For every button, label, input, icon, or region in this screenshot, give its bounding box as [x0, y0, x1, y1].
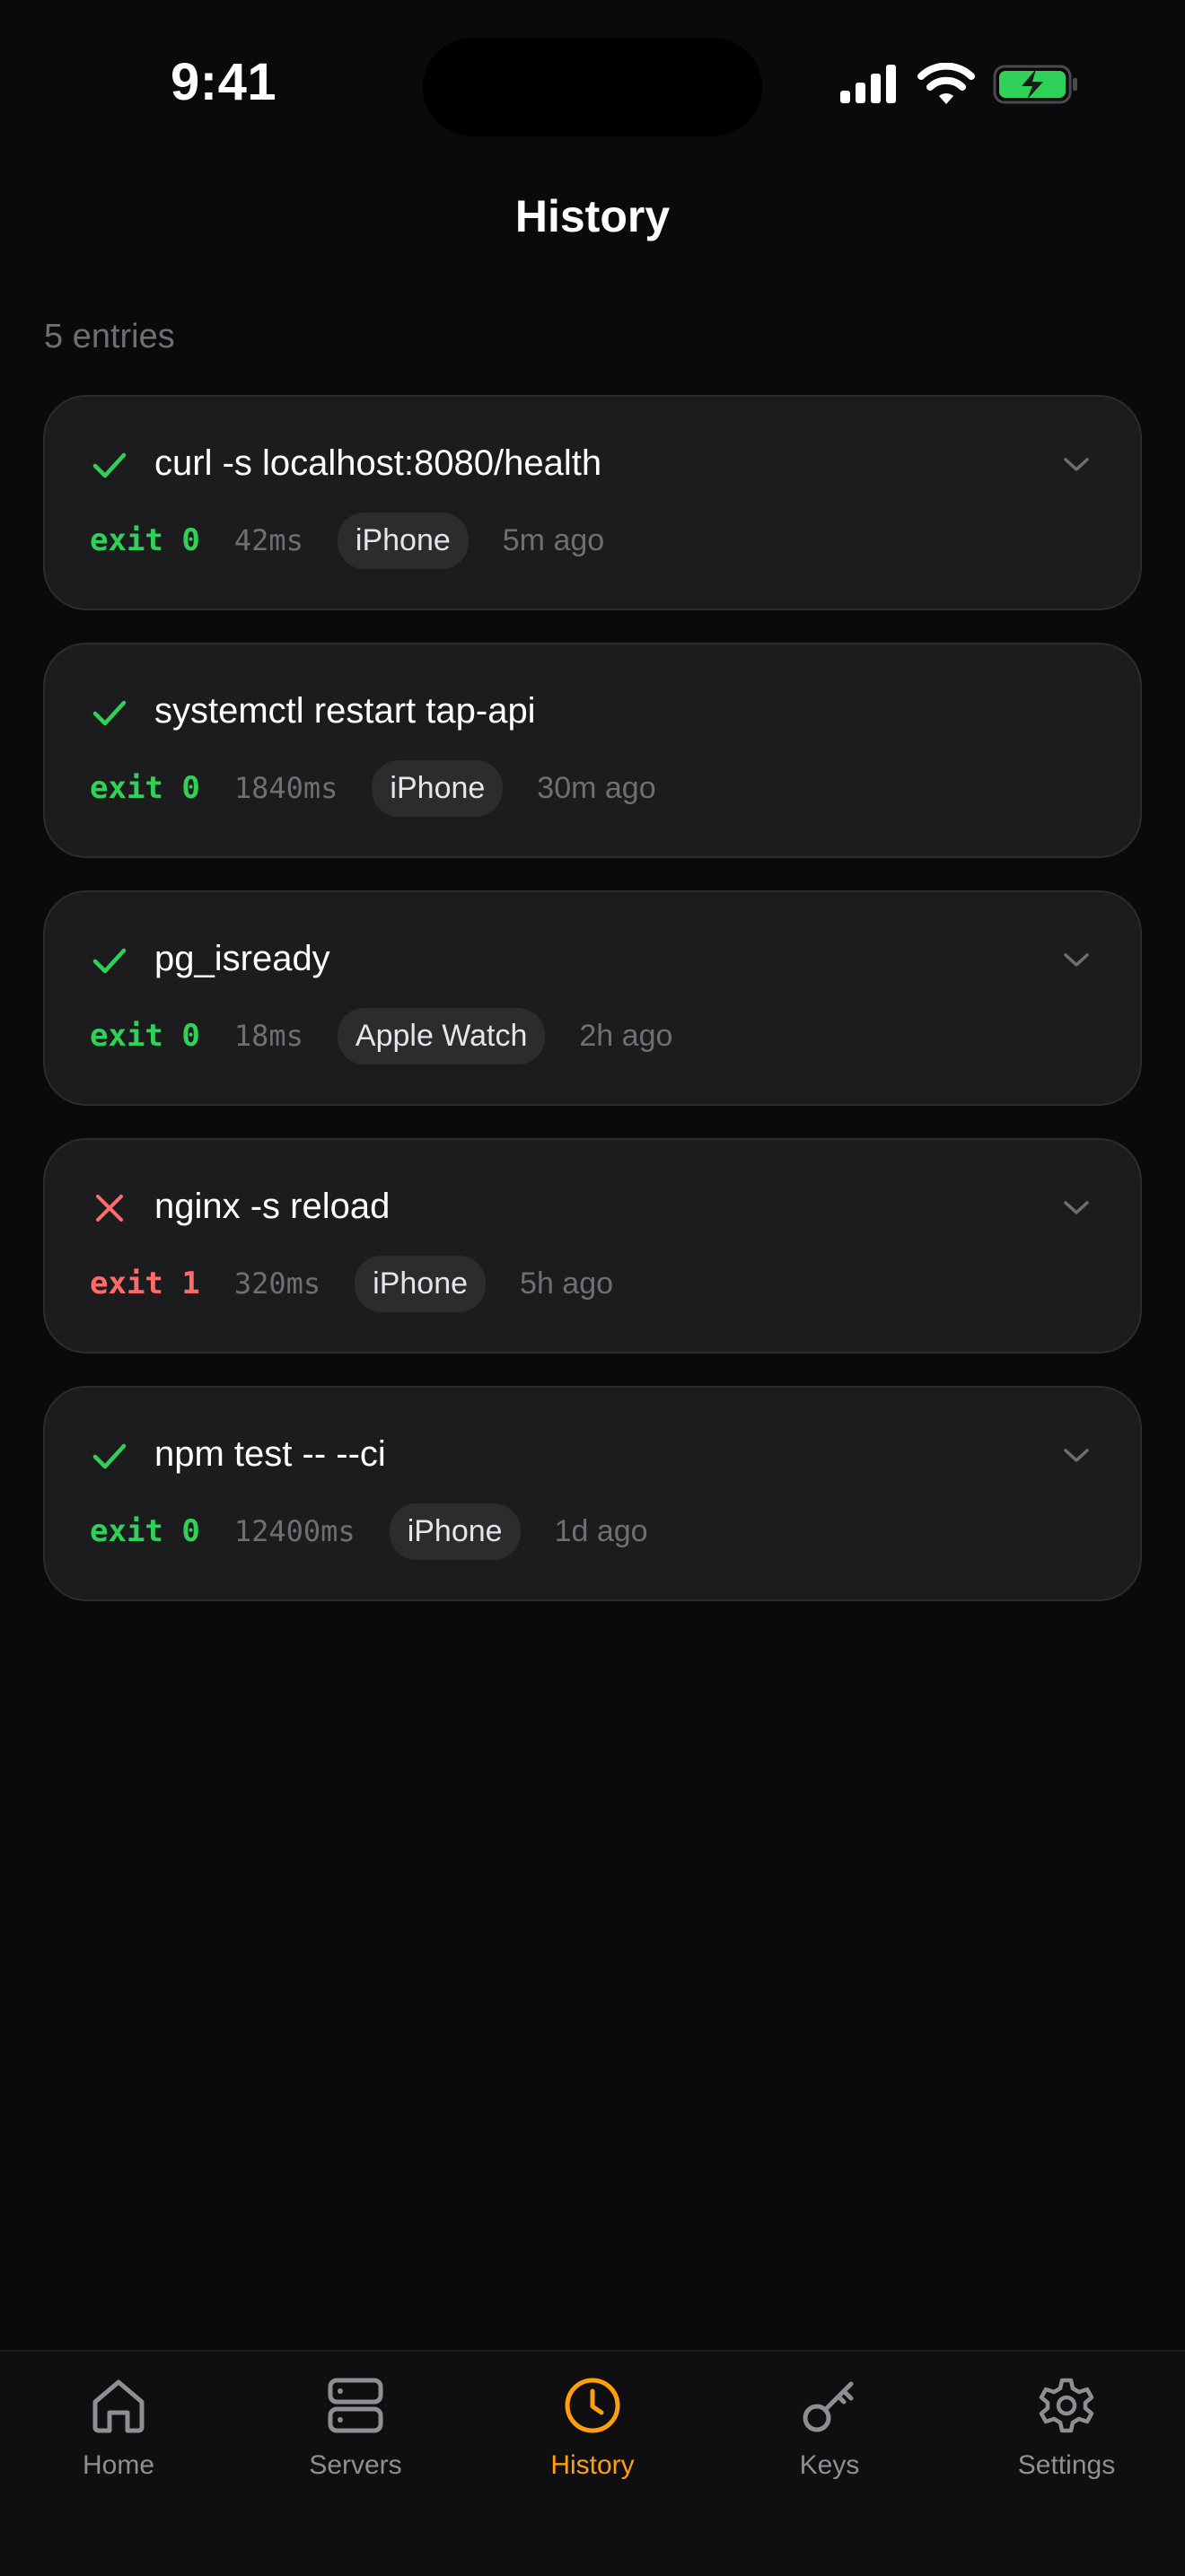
tab-label: Settings [1017, 2450, 1116, 2480]
history-entry[interactable]: nginx -s reload exit 1 320ms iPhone 5h a… [43, 1138, 1142, 1354]
tab-history[interactable]: History [474, 2352, 711, 2576]
battery-charging-icon [993, 65, 1077, 104]
chevron-down-icon[interactable] [1063, 1199, 1090, 1217]
entry-meta: exit 0 18ms Apple Watch 2h ago [90, 1007, 673, 1065]
history-entry[interactable]: curl -s localhost:8080/health exit 0 42m… [43, 395, 1142, 610]
exit-code: exit 0 [90, 522, 200, 558]
entry-meta: exit 1 320ms iPhone 5h ago [90, 1255, 614, 1312]
entry-command: systemctl restart tap-api [154, 691, 536, 731]
duration: 1840ms [233, 771, 338, 805]
time-ago: 1d ago [554, 1513, 648, 1548]
history-entry[interactable]: systemctl restart tap-api exit 0 1840ms … [43, 643, 1142, 858]
history-entry[interactable]: npm test -- --ci exit 0 12400ms iPhone 1… [43, 1386, 1142, 1601]
cross-icon [96, 1195, 123, 1222]
exit-code: exit 0 [90, 1018, 200, 1054]
tab-label: History [550, 2450, 635, 2480]
tab-bar: Home Servers History Keys Settings [0, 2350, 1185, 2576]
entry-command: nginx -s reload [154, 1187, 391, 1226]
server-icon [328, 2378, 383, 2433]
entry-meta: exit 0 42ms iPhone 5m ago [90, 512, 605, 569]
tab-label: Home [82, 2450, 155, 2480]
entry-command: npm test -- --ci [154, 1434, 386, 1474]
tab-settings[interactable]: Settings [948, 2352, 1185, 2576]
tab-keys[interactable]: Keys [711, 2352, 948, 2576]
duration: 320ms [233, 1266, 321, 1301]
device-badge: Apple Watch [337, 1007, 546, 1065]
checkmark-icon [92, 700, 127, 726]
gear-icon [1039, 2378, 1094, 2433]
device-badge: iPhone [389, 1503, 521, 1560]
tab-label: Servers [309, 2450, 402, 2480]
chevron-down-icon[interactable] [1063, 456, 1090, 474]
tab-home[interactable]: Home [0, 2352, 237, 2576]
time-ago: 2h ago [579, 1018, 673, 1053]
entry-command: curl -s localhost:8080/health [154, 443, 602, 483]
duration: 42ms [233, 523, 303, 557]
tab-label: Keys [799, 2450, 860, 2480]
exit-code: exit 1 [90, 1266, 200, 1301]
page-title: History [514, 191, 671, 241]
clock-icon [565, 2378, 620, 2433]
status-icons [838, 63, 1079, 106]
entry-meta: exit 0 1840ms iPhone 30m ago [90, 759, 656, 817]
tab-servers[interactable]: Servers [237, 2352, 474, 2576]
history-list: curl -s localhost:8080/health exit 0 42m… [43, 395, 1142, 1634]
duration: 18ms [233, 1019, 303, 1053]
time-ago: 30m ago [537, 770, 656, 805]
cellular-signal-icon [840, 65, 896, 103]
duration: 12400ms [233, 1514, 356, 1548]
checkmark-icon [92, 1443, 127, 1469]
checkmark-icon [92, 452, 127, 478]
device-badge: iPhone [337, 512, 469, 569]
exit-code: exit 0 [90, 770, 200, 806]
entries-count: 5 entries [44, 318, 175, 355]
device-badge: iPhone [372, 759, 504, 817]
key-icon [803, 2381, 854, 2432]
entry-meta: exit 0 12400ms iPhone 1d ago [90, 1503, 648, 1560]
entry-command: pg_isready [154, 939, 330, 978]
status-bar: 9:41 [0, 0, 1185, 171]
status-time: 9:41 [171, 53, 277, 111]
time-ago: 5h ago [520, 1266, 614, 1301]
device-badge: iPhone [355, 1255, 487, 1312]
exit-code: exit 0 [90, 1513, 200, 1549]
history-entry[interactable]: pg_isready exit 0 18ms Apple Watch 2h ag… [43, 890, 1142, 1106]
dynamic-island [423, 38, 762, 136]
house-icon [92, 2379, 145, 2433]
checkmark-icon [92, 948, 127, 974]
chevron-down-icon[interactable] [1063, 1447, 1090, 1465]
time-ago: 5m ago [502, 522, 605, 557]
chevron-down-icon[interactable] [1063, 951, 1090, 969]
wifi-icon [917, 63, 975, 104]
